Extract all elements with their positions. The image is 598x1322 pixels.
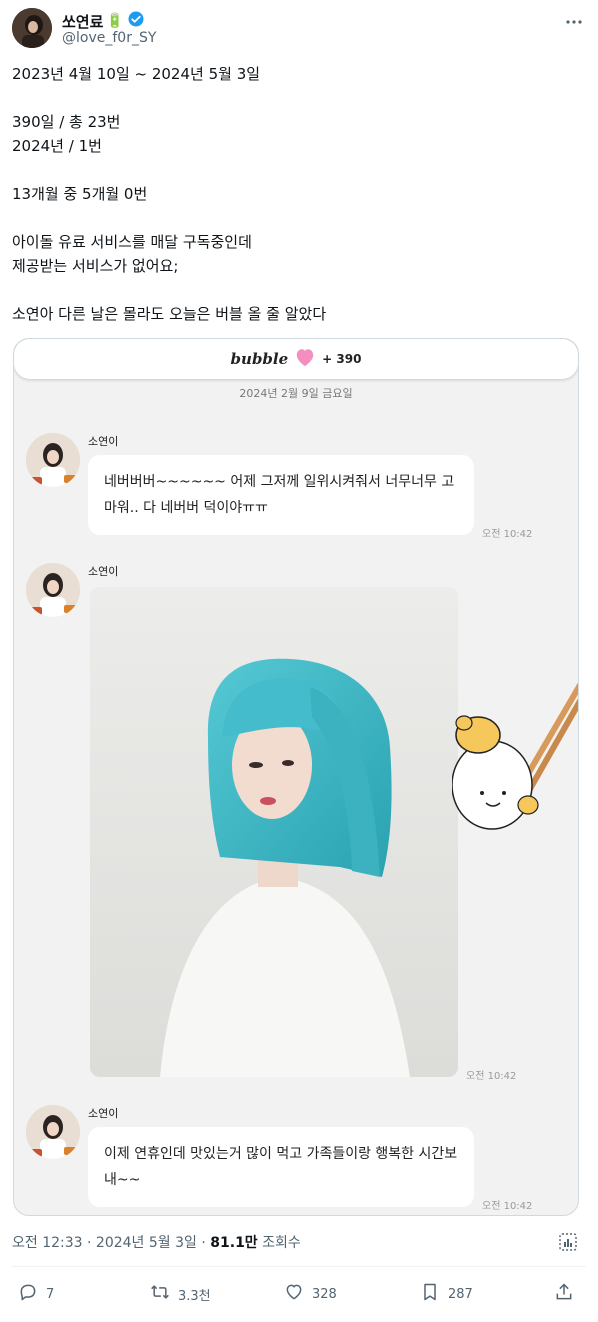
bubble-logo: bubble (230, 350, 289, 368)
share-icon (554, 1282, 574, 1306)
author-handle[interactable]: @love_f0r_SY (62, 30, 156, 46)
bookmark-icon (420, 1282, 440, 1306)
battery-emoji: 🔋 (106, 13, 124, 29)
message-time: 오전 10:42 (466, 1071, 517, 1082)
bubble-header: bubble + 390 (14, 339, 578, 379)
tweet-header: 쏘연료 🔋 @love_f0r_SY (12, 8, 584, 52)
bookmark-count: 287 (448, 1286, 473, 1302)
bubble-day-count: + 390 (322, 352, 362, 366)
author-name[interactable]: 쏘연료 (62, 11, 103, 32)
heart-icon (294, 347, 316, 371)
sender-avatar (26, 1105, 80, 1159)
views-count: 81.1만 (210, 1235, 258, 1251)
sender-avatar (26, 563, 80, 617)
divider (12, 1266, 586, 1267)
bookmark-button[interactable]: 287 (420, 1280, 473, 1308)
retweet-count: 3.3천 (178, 1288, 211, 1304)
sender-avatar (26, 433, 80, 487)
more-icon[interactable] (564, 12, 584, 32)
tweet-text: 2023년 4월 10일 ~ 2024년 5월 3일 390일 / 총 23번 … (12, 65, 327, 323)
message-photo[interactable] (90, 587, 458, 1077)
hamster-sticker (451, 675, 578, 835)
message-time: 오전 10:42 (482, 1201, 533, 1212)
tweet-meta: 오전 12:33 · 2024년 5월 3일 · 81.1만 조회수 (12, 1232, 301, 1252)
retweet-icon (150, 1282, 170, 1306)
action-bar: 7 3.3천 328 287 (0, 1280, 598, 1308)
reply-button[interactable]: 7 (18, 1280, 54, 1308)
meta-separator: · (196, 1235, 211, 1251)
verified-icon (127, 10, 145, 32)
views-analytics-icon[interactable] (558, 1232, 578, 1252)
sender-name: 소연이 (88, 435, 119, 448)
share-button[interactable] (554, 1280, 574, 1308)
date-separator: 2024년 2월 9일 금요일 (239, 387, 353, 400)
retweet-button[interactable]: 3.3천 (150, 1280, 211, 1308)
like-icon (284, 1282, 304, 1306)
tweet-date[interactable]: 2024년 5월 3일 (96, 1235, 197, 1251)
author-avatar[interactable] (12, 8, 52, 48)
reply-count: 7 (46, 1286, 55, 1302)
meta-separator: · (82, 1235, 96, 1251)
like-button[interactable]: 328 (284, 1280, 337, 1308)
message-bubble: 네버버버~~~~~~ 어제 그저께 일위시켜줘서 너무너무 고마워.. 다 네버… (88, 455, 474, 535)
sender-name: 소연이 (88, 565, 119, 578)
reply-icon (18, 1282, 38, 1306)
sender-name: 소연이 (88, 1107, 119, 1120)
tweet-time[interactable]: 오전 12:33 (12, 1235, 83, 1251)
like-count: 328 (312, 1286, 337, 1302)
attached-image[interactable]: bubble + 390 2024년 2월 9일 금요일 소연이 네버버버~~~… (13, 338, 579, 1216)
message-bubble: 이제 연휴인데 맛있는거 많이 먹고 가족들이랑 행복한 시간보내~~ (88, 1127, 474, 1207)
message-time: 오전 10:42 (482, 529, 533, 540)
views-label: 조회수 (257, 1235, 301, 1251)
